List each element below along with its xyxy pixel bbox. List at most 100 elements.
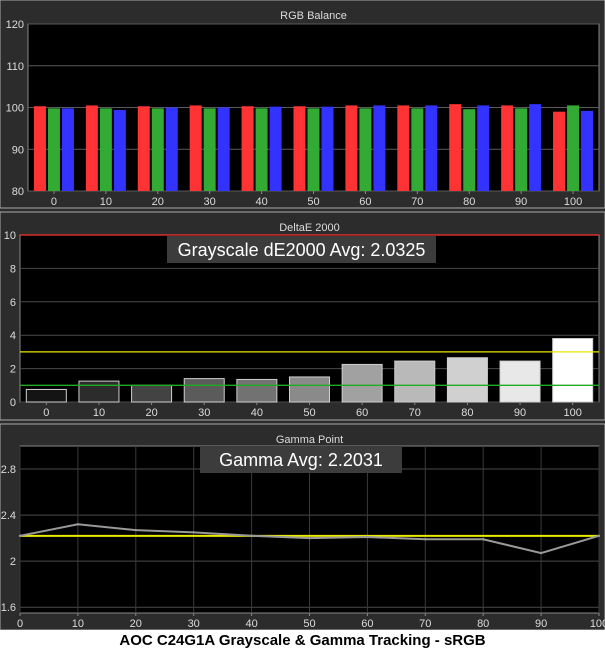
y-tick-label: 1.6 [1,602,16,614]
rgb-bar [151,108,164,191]
x-tick-label: 80 [461,407,473,419]
x-tick-label: 40 [255,196,267,208]
rgb-bar [321,106,334,191]
rgb-bar [449,104,462,191]
delta-e-bar [183,378,225,403]
rgb-bar [501,105,514,191]
y-tick-label: 100 [6,103,24,115]
rgb-bar [293,106,306,191]
gamma-point [250,534,253,538]
rgb-bar [307,108,320,191]
rgb-bar [189,105,202,191]
rgb-bar [397,105,410,191]
rgb-bar [113,110,126,191]
gamma-point [76,523,80,526]
x-tick-label: 90 [514,407,526,419]
rgb-bar [529,104,542,191]
x-tick-label: 10 [72,618,84,630]
x-tick-label: 0 [43,407,49,419]
y-tick-label: 2.8 [1,464,16,476]
gamma-point [366,535,369,539]
rgb-bar [425,105,438,191]
x-tick-label: 70 [411,196,423,208]
y-tick-label: 2.4 [1,510,16,522]
rgb-bar [165,107,178,191]
delta-e-bar [446,357,488,403]
x-tick-label: 80 [463,196,475,208]
x-tick-label: 70 [409,407,421,419]
x-tick-label: 60 [361,618,373,630]
gamma-point [18,534,22,538]
rgb-bar [345,105,358,191]
x-tick-label: 50 [303,618,315,630]
y-tick-label: 2 [10,364,16,376]
gamma-point [192,531,195,534]
x-tick-label: 40 [245,618,257,630]
annotation-text: Gamma Avg: 2.2031 [219,450,383,470]
x-tick-label: 40 [251,407,263,419]
y-tick-label: 120 [6,19,24,31]
x-tick-label: 100 [590,618,605,630]
x-tick-label: 50 [303,407,315,419]
x-tick-label: 0 [51,196,57,208]
gamma-point [134,528,137,532]
rgb-bar [477,105,490,191]
x-tick-label: 30 [188,618,200,630]
rgb-bar [373,105,386,191]
rgb-bar [241,106,254,191]
y-tick-label: 6 [10,297,16,309]
delta-e-bar [552,338,594,403]
annotation-text: Grayscale dE2000 Avg: 2.0325 [178,240,426,260]
figure-caption: AOC C24G1A Grayscale & Gamma Tracking - … [0,630,605,652]
rgb-bar [99,108,112,191]
y-tick-label: 110 [6,61,24,73]
rgb-bar [85,105,98,191]
rgb-bar [359,108,372,191]
x-tick-label: 30 [198,407,210,419]
delta-e-bar [288,376,331,403]
y-tick-label: 8 [10,263,16,275]
rgb-bar [581,110,594,191]
rgb-bar [137,106,150,191]
delta-e-bar [131,384,173,403]
charts-svg: RGB BalanceDeltaE 2000Gamma Point8090100… [0,0,605,630]
x-tick-label: 0 [17,618,23,630]
rgb-bar [515,108,528,191]
rgb-bar [411,108,424,191]
x-tick-label: 30 [204,196,216,208]
x-tick-label: 10 [93,407,105,419]
delta-e-bar [236,378,278,403]
gamma-point [482,538,485,541]
x-tick-label: 20 [145,407,157,419]
rgb-bar [203,108,216,191]
chart-stage: RGB Balance DeltaE 2000 Gamma Point 80 90 100… [0,0,605,630]
delta-e-bar [499,360,541,403]
delta-e-bar [78,380,120,403]
y-tick-label: 80 [12,186,24,198]
gamma-point [597,534,601,538]
x-tick-label: 20 [130,618,142,630]
x-tick-label: 20 [152,196,164,208]
x-tick-label: 100 [564,196,582,208]
chart-title: DeltaE 2000 [279,222,340,234]
rgb-bar [217,107,230,191]
y-tick-label: 10 [4,230,16,242]
gamma-point [539,551,543,555]
rgb-bar [33,106,46,191]
x-tick-label: 10 [100,196,112,208]
gamma-point [308,536,311,540]
y-tick-label: 4 [10,330,16,342]
y-tick-label: 90 [12,144,24,156]
rgb-bar [553,111,566,191]
delta-e-bar [394,360,436,403]
rgb-bar [463,109,476,191]
y-tick-label: 2 [10,556,16,568]
delta-e-bar [25,388,67,403]
x-tick-label: 100 [564,407,582,419]
rgb-bar [61,108,74,191]
chart-title: RGB Balance [280,10,347,22]
x-tick-label: 70 [419,618,431,630]
x-tick-label: 90 [535,618,547,630]
x-tick-label: 50 [307,196,319,208]
delta-e-bar [341,363,383,403]
